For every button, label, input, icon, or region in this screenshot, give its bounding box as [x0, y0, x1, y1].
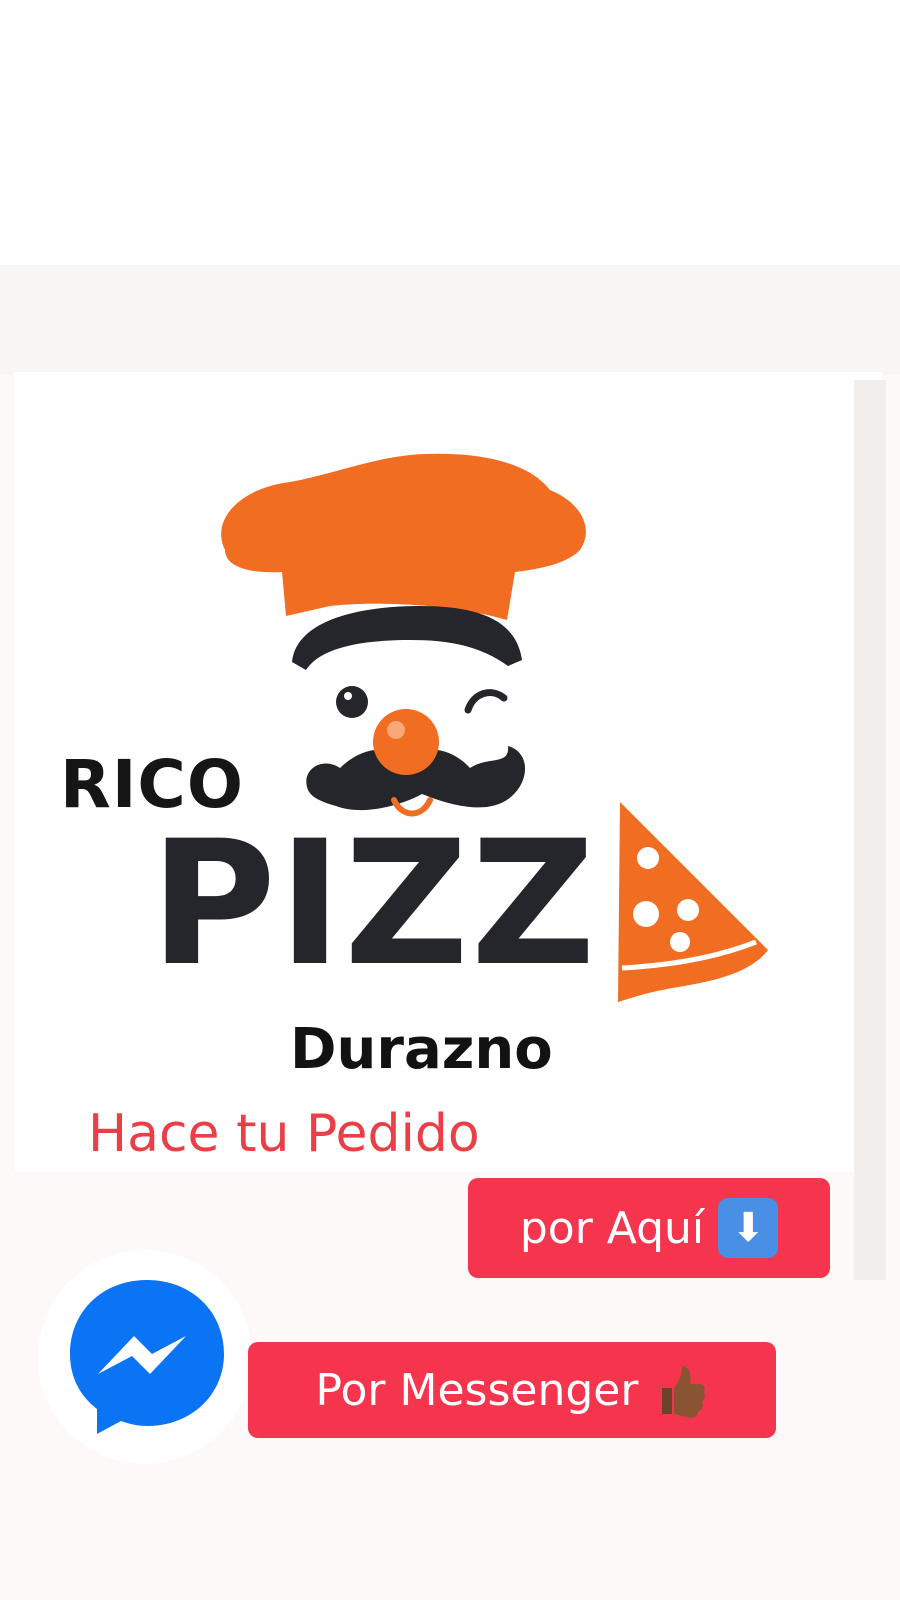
order-heading: Hace tu Pedido [88, 1104, 480, 1164]
pepperoni-3 [677, 899, 699, 921]
pepperoni-2 [633, 901, 659, 927]
brand-city-label: Durazno [290, 1017, 553, 1082]
left-eye-shine [344, 692, 352, 700]
order-here-button[interactable]: por Aquí ⬇ [468, 1178, 830, 1278]
nose-shine [387, 721, 405, 739]
wink-eye [464, 689, 508, 714]
left-eye [336, 686, 368, 718]
order-messenger-button[interactable]: Por Messenger [248, 1342, 776, 1438]
thumbs-up-icon [652, 1360, 708, 1420]
chef-hat [221, 453, 586, 620]
top-background [0, 0, 900, 265]
chef-hair [292, 606, 522, 670]
order-here-label: por Aquí [519, 1202, 705, 1254]
nose [373, 709, 439, 775]
pepperoni-1 [637, 847, 659, 869]
arrow-down-icon: ⬇ [718, 1198, 779, 1258]
middle-background [0, 265, 900, 375]
logo-card-edge [854, 380, 886, 1280]
order-messenger-label: Por Messenger [315, 1364, 639, 1416]
messenger-icon[interactable] [64, 1274, 230, 1440]
brand-pizza-label: PIZZ [150, 803, 598, 1004]
pepperoni-4 [670, 932, 690, 952]
